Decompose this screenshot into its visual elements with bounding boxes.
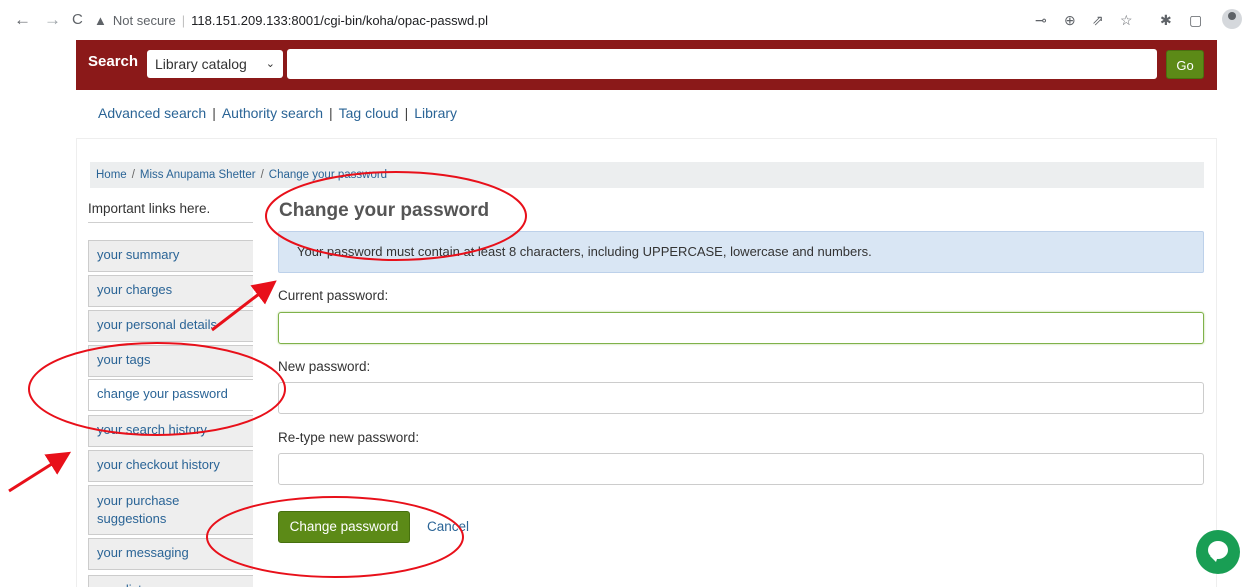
change-password-button[interactable]: Change password <box>278 511 410 543</box>
advanced-search-link[interactable]: Advanced search <box>98 105 206 121</box>
retype-password-field[interactable] <box>278 453 1204 485</box>
sidepanel-icon[interactable]: ▢ <box>1189 10 1202 30</box>
share-icon[interactable]: ⇗ <box>1092 10 1104 30</box>
retype-password-label: Re-type new password: <box>278 430 420 445</box>
library-link[interactable]: Library <box>414 105 457 121</box>
back-icon[interactable]: ← <box>14 10 31 30</box>
browser-toolbar: ← → C ▲ Not secure | 118.151.209.133:8001/c… <box>0 0 1248 40</box>
page-title: Change your password <box>279 200 490 221</box>
chevron-down-icon: ⌄ <box>265 58 275 70</box>
sidebar: your summary your charges your personal … <box>88 222 253 587</box>
current-password-field[interactable] <box>278 312 1204 344</box>
sidebar-item-summary[interactable]: your summary <box>88 240 253 272</box>
password-hint-alert: Your password must contain at least 8 ch… <box>278 231 1204 273</box>
zoom-icon[interactable]: ⊕ <box>1064 10 1076 30</box>
chat-tail <box>1210 556 1218 562</box>
new-password-label: New password: <box>278 359 371 374</box>
go-button[interactable]: Go <box>1166 50 1204 79</box>
sidebar-item-search-history[interactable]: your search history <box>88 415 253 447</box>
current-password-label: Current password: <box>278 288 389 303</box>
sidebar-item-checkout-history[interactable]: your checkout history <box>88 450 253 482</box>
breadcrumb-home[interactable]: Home <box>96 169 127 181</box>
warning-icon: ▲ <box>94 13 107 28</box>
star-icon[interactable]: ☆ <box>1120 10 1133 30</box>
address-bar[interactable]: ▲ Not secure | 118.151.209.133:8001/cgi-bin… <box>94 10 974 32</box>
catalog-select[interactable]: Library catalog ⌄ <box>147 50 283 78</box>
sidebar-item-messaging[interactable]: your messaging <box>88 538 253 570</box>
breadcrumb-user[interactable]: Miss Anupama Shetter <box>140 169 256 181</box>
forward-icon[interactable]: → <box>44 10 61 30</box>
annotation-arrow-lower <box>8 451 72 493</box>
search-input[interactable] <box>287 49 1157 79</box>
profile-icon[interactable] <box>1222 9 1242 29</box>
key-icon[interactable]: ⊸ <box>1035 10 1047 30</box>
quick-links: Advanced search | Authority search | Tag clo… <box>98 105 458 121</box>
sidebar-item-tags[interactable]: your tags <box>88 345 253 377</box>
sidebar-item-change-password[interactable]: change your password <box>88 379 253 411</box>
sidebar-heading: Important links here. <box>88 201 211 216</box>
sidebar-item-lists[interactable]: your lists <box>88 575 253 587</box>
authority-search-link[interactable]: Authority search <box>222 105 323 121</box>
sidebar-item-purchase-suggestions[interactable]: your purchase suggestions <box>88 485 253 535</box>
sidebar-item-personal-details[interactable]: your personal details <box>88 310 253 342</box>
search-label: Search <box>88 53 139 70</box>
breadcrumb: Home / Miss Anupama Shetter / Change your pa… <box>90 162 1204 188</box>
extensions-icon[interactable]: ✱ <box>1160 10 1172 30</box>
chat-icon[interactable] <box>1196 530 1240 574</box>
url-text[interactable]: 118.151.209.133:8001/cgi-bin/koha/opac-p… <box>191 13 488 28</box>
new-password-field[interactable] <box>278 382 1204 414</box>
cancel-link[interactable]: Cancel <box>427 519 469 534</box>
breadcrumb-current[interactable]: Change your password <box>269 169 387 181</box>
search-bar: Search Library catalog ⌄ Go <box>76 40 1217 90</box>
sidebar-item-charges[interactable]: your charges <box>88 275 253 307</box>
tag-cloud-link[interactable]: Tag cloud <box>339 105 399 121</box>
security-status[interactable]: Not secure <box>113 13 176 28</box>
catalog-select-value: Library catalog <box>155 56 247 72</box>
reload-icon[interactable]: C <box>72 10 83 30</box>
